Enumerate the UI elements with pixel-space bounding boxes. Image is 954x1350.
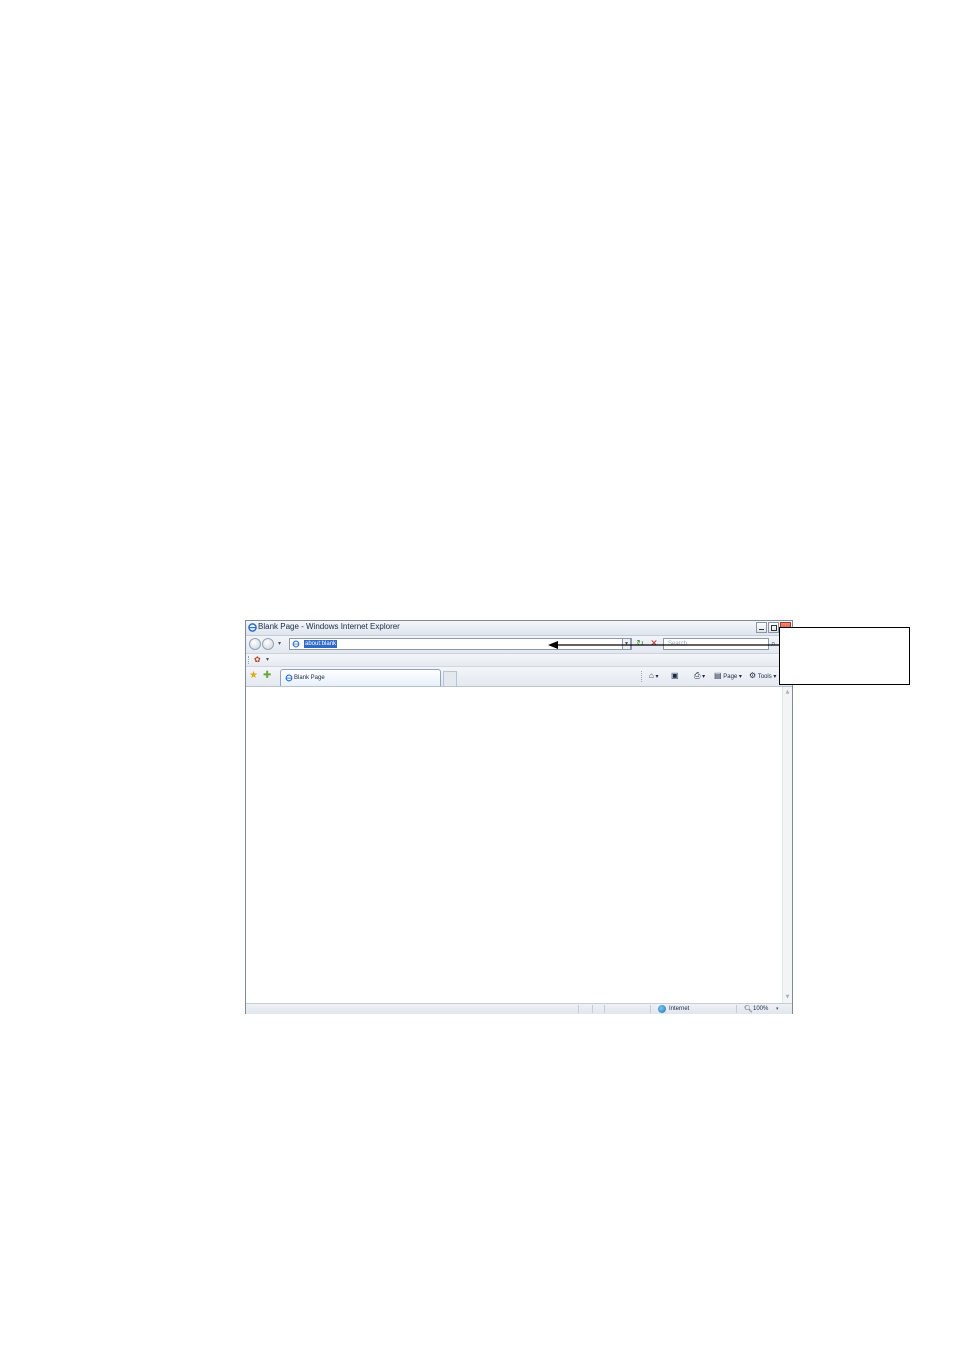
annotation-callout-box [779,627,910,685]
